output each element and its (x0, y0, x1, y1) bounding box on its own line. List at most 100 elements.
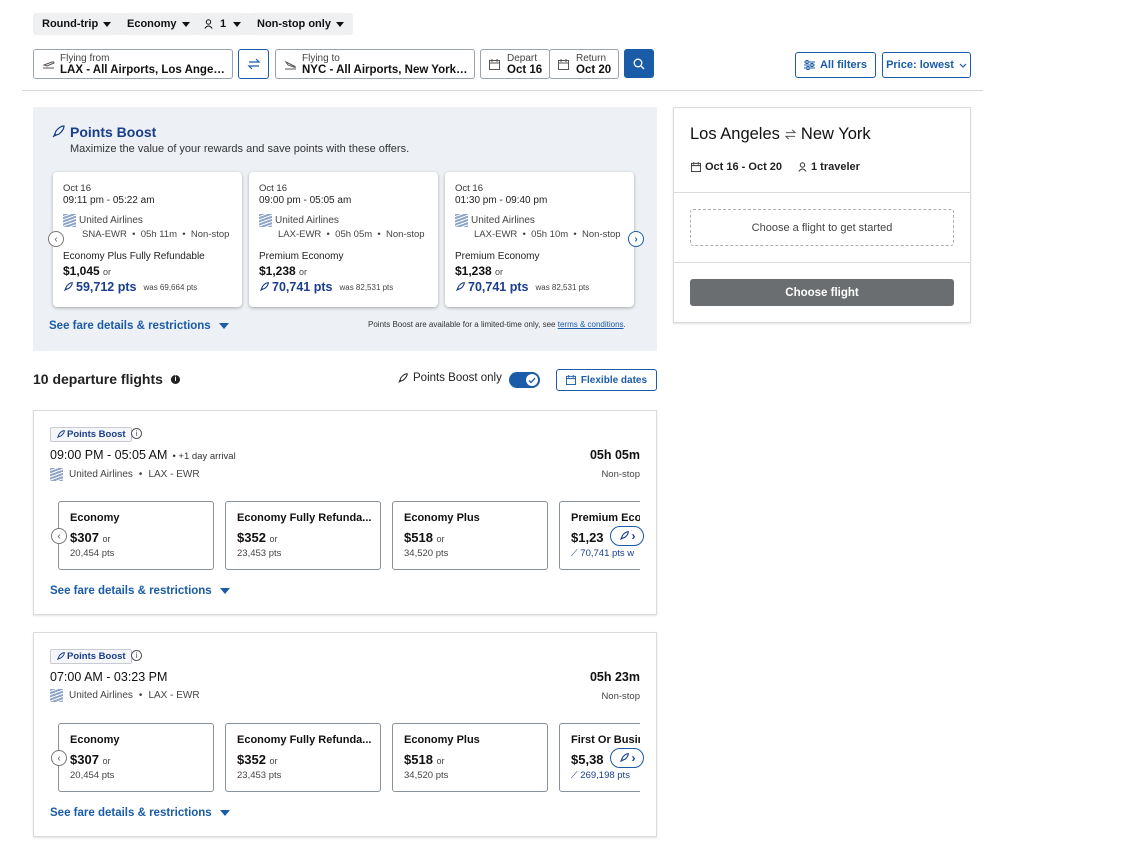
offer-route: LAX-EWR • 05h 05m • Non-stop (278, 229, 425, 240)
summary-divider (674, 262, 970, 263)
fare-price-value: $1,23 (571, 530, 604, 545)
chevron-left-icon: ‹ (57, 530, 61, 542)
fare-option[interactable]: Economy Fully Refunda... $352 or 23,453 pt… (225, 501, 381, 570)
boost-see-fare-details-link[interactable]: See fare details & restrictions (49, 320, 229, 332)
offer-route: SNA-EWR • 05h 11m • Non-stop (82, 229, 230, 240)
offer-airline: United Airlines (259, 214, 339, 227)
fare-price: $307 or (70, 752, 111, 767)
toggle-knob (526, 374, 538, 386)
offer-points-value: 70,741 pts (272, 280, 333, 294)
fare-price: $352 or (237, 530, 278, 545)
summary-dates: Oct 16 - Oct 20 (691, 161, 782, 173)
return-label: Return (576, 53, 607, 64)
flight-duration: 05h 23m (589, 670, 640, 684)
calendar-icon (489, 59, 500, 70)
offer-price-value: $1,238 (455, 264, 492, 278)
offer-or: or (299, 267, 308, 277)
all-filters-button[interactable]: All filters (795, 52, 876, 78)
chevron-down-icon (103, 21, 112, 27)
fare-prev-button[interactable]: ‹ (51, 528, 67, 544)
united-logo-icon (50, 468, 63, 481)
travelers-dropdown[interactable]: 1 (195, 13, 251, 35)
rocket-icon (52, 125, 65, 138)
offer-points: 59,712 pts was 69,664 pts (63, 280, 197, 294)
return-date-field[interactable]: Return Oct 20 (549, 49, 619, 79)
fare-next-button[interactable]: › (610, 748, 644, 768)
fare-name: First Or Busin (571, 734, 640, 746)
cabin-dropdown[interactable]: Economy (118, 13, 199, 35)
info-icon[interactable]: i (131, 428, 142, 439)
fare-option[interactable]: Economy Plus $518 or 34,520 pts (392, 501, 548, 570)
fare-or: or (102, 534, 111, 544)
points-boost-only-toggle[interactable] (509, 372, 540, 388)
chevron-right-icon: › (634, 233, 638, 245)
flight-duration: 05h 05m (589, 448, 640, 462)
header-divider (22, 90, 983, 91)
depart-date-field[interactable]: Depart Oct 16 (480, 49, 550, 79)
fare-or: or (269, 756, 278, 766)
carousel-prev-button[interactable]: ‹ (48, 231, 64, 247)
flight-airline: United Airlines • LAX - EWR (50, 689, 200, 702)
fare-option[interactable]: Economy $307 or 20,454 pts (58, 723, 214, 792)
fare-option[interactable]: Economy Fully Refunda... $352 or 23,453 pt… (225, 723, 381, 792)
stops-dropdown[interactable]: Non-stop only (248, 13, 353, 35)
offer-points-value: 59,712 pts (76, 280, 137, 294)
badge-label: Points Boost (67, 429, 126, 440)
arrival-note-text: +1 day arrival (178, 451, 236, 462)
swap-button[interactable] (238, 49, 269, 79)
chevron-down-icon (181, 21, 190, 27)
see-fare-details-link[interactable]: See fare details & restrictions (50, 585, 230, 597)
info-icon[interactable]: i (131, 650, 142, 661)
offer-airline-name: United Airlines (275, 215, 339, 226)
trip-type-dropdown[interactable]: Round-trip (33, 13, 121, 35)
fare-name: Economy Fully Refunda... (237, 734, 372, 746)
fare-next-button[interactable]: › (610, 526, 644, 546)
offer-cabin: Economy Plus Fully Refundable (63, 251, 205, 262)
rocket-icon (619, 753, 629, 762)
fare-price-value: $5,38 (571, 752, 604, 767)
boost-offer-card[interactable]: Oct 16 01:30 pm - 09:40 pm United Airlin… (445, 172, 634, 307)
all-filters-label: All filters (819, 59, 868, 71)
carousel-next-button[interactable]: › (628, 231, 644, 247)
rocket-icon (260, 282, 269, 291)
flight-times: 07:00 AM - 03:23 PM (50, 670, 167, 684)
info-icon[interactable]: i (170, 374, 180, 384)
sort-dropdown[interactable]: Price: lowest (882, 52, 971, 78)
choose-flight-button[interactable]: Choose flight (690, 279, 954, 306)
offer-date: Oct 16 (455, 183, 483, 194)
fare-name: Economy (70, 512, 120, 524)
fare-option[interactable]: Economy $307 or 20,454 pts (58, 501, 214, 570)
terms-link[interactable]: terms & conditions (558, 320, 624, 329)
boost-disclaimer: Points Boost are available for a limited… (368, 320, 626, 329)
boost-offer-card[interactable]: Oct 16 09:00 pm - 05:05 am United Airlin… (249, 172, 438, 307)
chevron-down-icon (335, 21, 344, 27)
flight-card[interactable]: Points Boost i 07:00 AM - 03:23 PM Unite… (33, 632, 657, 837)
flexible-dates-button[interactable]: Flexible dates (556, 369, 657, 391)
offer-airline: United Airlines (63, 214, 143, 227)
offer-price: $1,045 or (63, 264, 111, 278)
separator-dot: • (138, 690, 143, 701)
results-count: 10 departure flights i (33, 371, 180, 387)
summary-travelers: 1 traveler (798, 161, 860, 173)
see-fare-details-link[interactable]: See fare details & restrictions (50, 807, 230, 819)
fare-price-value: $352 (237, 530, 266, 545)
offer-airline-name: United Airlines (79, 215, 143, 226)
flying-to-field[interactable]: Flying to NYC - All Airports, New York, … (275, 49, 475, 79)
offer-was-points: was 82,531 pts (339, 282, 394, 292)
summary-dates-value: Oct 16 - Oct 20 (705, 161, 783, 173)
fare-price-value: $518 (404, 752, 433, 767)
fare-option[interactable]: Economy Plus $518 or 34,520 pts (392, 723, 548, 792)
flight-stops: Non-stop (601, 469, 640, 480)
person-icon (798, 162, 807, 172)
summary-to-city: New York (800, 125, 871, 143)
search-button[interactable] (624, 49, 654, 78)
calendar-icon (565, 375, 576, 385)
boost-offer-card[interactable]: Oct 16 09:11 pm - 05:22 am United Airlin… (53, 172, 242, 307)
flight-card[interactable]: Points Boost i 09:00 PM - 05:05 AM • +1 d… (33, 410, 657, 615)
flying-to-label: Flying to (302, 53, 340, 64)
fare-prev-button[interactable]: ‹ (51, 750, 67, 766)
summary-from-city: Los Angeles (690, 125, 780, 143)
flying-from-field[interactable]: Flying from LAX - All Airports, Los Ange… (33, 49, 233, 79)
cabin-label: Economy (127, 18, 177, 30)
depart-label: Depart (507, 53, 538, 64)
